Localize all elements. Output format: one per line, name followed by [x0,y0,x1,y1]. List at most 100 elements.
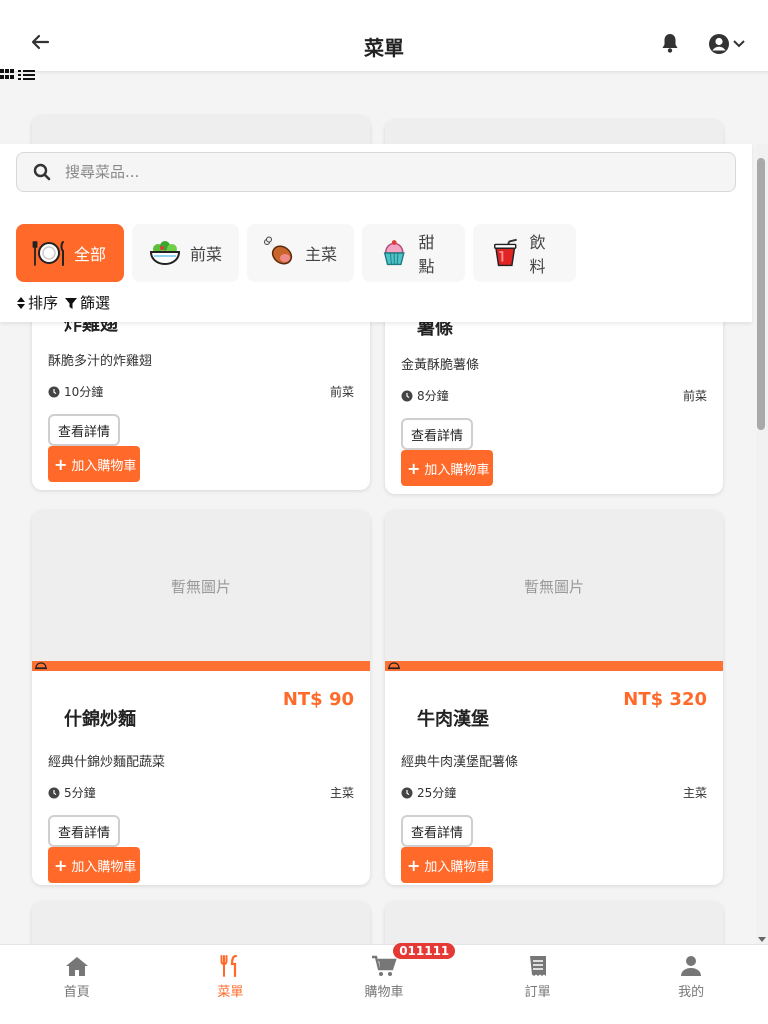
card-stripe [385,661,723,671]
sort-filter-bar: 排序 篩選 [16,292,110,313]
add-to-cart-button[interactable]: + 加入購物車 [48,446,141,482]
card-stripe [32,661,370,671]
plus-icon: + [54,855,68,875]
scroll-down-icon[interactable] [758,937,766,942]
card-description: 金黃酥脆薯條 [401,358,480,373]
cart-icon [371,955,397,976]
category-label: 甜點 [418,233,435,276]
filter-panel: 全部 前菜 主菜 甜點 飲料 排序 篩選 [0,144,752,322]
salad-bowl-icon [149,241,181,266]
view-details-button[interactable]: 查看詳情 [401,418,474,450]
category-label: 全部 [74,245,107,264]
nav-label: 菜單 [217,985,244,1000]
menu-card: 暫無圖片 NT$ 90 什錦炒麵 經典什錦炒麵配蔬菜 5分鐘 主菜 查看詳情 +… [32,511,370,885]
page-title: 菜單 [364,36,404,60]
app-header: 菜單 [0,0,768,72]
cupcake-icon [383,240,405,266]
sort-button[interactable]: 排序 [16,292,58,313]
sort-label: 排序 [28,294,59,312]
plate-utensils-icon [32,241,64,266]
card-description: 經典牛肉漢堡配薯條 [401,755,519,770]
user-circle-icon [709,34,729,54]
search-icon [33,163,51,181]
scrollbar[interactable] [756,144,768,944]
view-details-button[interactable]: 查看詳情 [48,414,121,446]
list-view-icon[interactable] [18,68,36,82]
filter-button[interactable]: 篩選 [64,292,110,313]
plus-icon: + [407,458,421,478]
card-category: 主菜 [329,786,354,800]
prep-time: 25分鐘 [417,786,457,800]
card-price: NT$ 90 [282,689,354,710]
prep-time: 8分鐘 [417,389,449,403]
utensils-icon [220,955,238,977]
meat-leg-icon [264,236,293,265]
card-image [385,902,723,944]
account-menu-button[interactable] [708,32,748,56]
nav-home[interactable]: 首頁 [0,945,154,1024]
receipt-icon [529,956,546,976]
clock-icon [48,787,60,798]
add-to-cart-label: 加入購物車 [424,462,490,478]
add-to-cart-label: 加入購物車 [71,859,137,875]
plus-icon: + [407,855,421,875]
bell-icon [662,34,678,53]
card-category: 主菜 [682,786,707,800]
sort-icon [17,296,25,309]
category-tabs: 全部 前菜 主菜 甜點 飲料 [16,224,576,282]
nav-profile[interactable]: 我的 [614,945,768,1024]
add-to-cart-button[interactable]: + 加入購物車 [401,450,494,486]
chevron-down-icon [733,40,745,48]
view-toggle [0,68,36,84]
nav-label: 訂單 [524,985,551,1000]
search-input[interactable] [65,163,665,181]
nav-label: 購物車 [364,985,404,1000]
clock-icon [401,390,413,401]
filter-icon [65,297,78,309]
clock-icon [48,386,60,397]
nav-label: 首頁 [63,985,90,1000]
add-to-cart-button[interactable]: + 加入購物車 [401,847,494,883]
add-to-cart-label: 加入購物車 [424,859,490,875]
filter-label: 篩選 [80,294,111,312]
add-to-cart-label: 加入購物車 [71,458,137,474]
user-icon [681,956,702,976]
card-image [32,902,370,944]
card-category: 前菜 [682,389,707,403]
view-details-button[interactable]: 查看詳情 [401,815,474,847]
prep-time: 5分鐘 [64,786,96,800]
nav-cart[interactable]: 購物車 011111 [307,943,461,1024]
nav-orders[interactable]: 訂單 [461,945,615,1024]
prep-time: 10分鐘 [64,385,104,399]
clock-icon [401,787,413,798]
category-label: 主菜 [305,245,338,264]
menu-card [32,902,370,944]
add-to-cart-button[interactable]: + 加入購物車 [48,847,141,883]
notification-button[interactable] [660,32,684,56]
category-label: 前菜 [190,245,223,264]
category-tab-appetizer[interactable]: 前菜 [132,224,239,282]
card-description: 酥脆多汁的炸雞翅 [48,354,153,369]
home-icon [65,957,88,976]
menu-card [385,902,723,944]
grid-view-icon[interactable] [0,68,16,82]
category-tab-all[interactable]: 全部 [16,224,124,282]
nav-menu[interactable]: 菜單 [154,945,308,1024]
dish-icon [35,662,47,670]
category-tab-drinks[interactable]: 飲料 [473,224,576,282]
search-box [16,152,736,192]
category-tab-dessert[interactable]: 甜點 [362,224,465,282]
view-details-button[interactable]: 查看詳情 [48,815,121,847]
card-image-placeholder: 暫無圖片 [32,511,370,661]
plus-icon: + [54,454,68,474]
cart-count-badge: 011111 [393,943,456,959]
drink-cup-icon [494,238,517,267]
card-price: NT$ 320 [623,689,707,710]
menu-card: 暫無圖片 NT$ 320 牛肉漢堡 經典牛肉漢堡配薯條 25分鐘 主菜 查看詳情… [385,511,723,885]
category-tab-main[interactable]: 主菜 [247,224,354,282]
card-category: 前菜 [329,385,354,399]
scrollbar-thumb[interactable] [757,158,765,430]
bottom-nav: 首頁 菜單 購物車 011111 訂單 我的 [0,943,768,1024]
dish-icon [388,662,400,670]
card-description: 經典什錦炒麵配蔬菜 [48,755,166,770]
